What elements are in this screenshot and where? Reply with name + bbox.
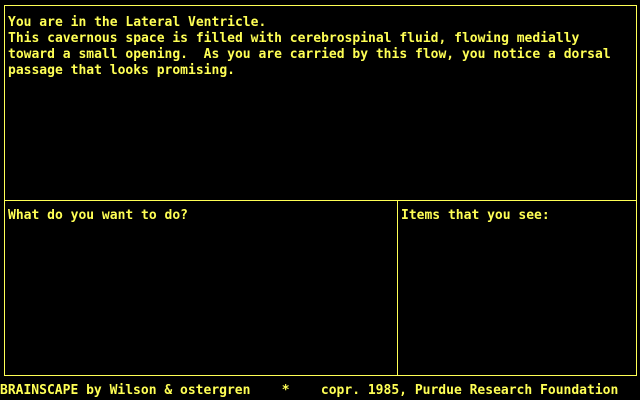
items-label: Items that you see:: [401, 208, 550, 223]
room-description-line: toward a small opening. As you are carri…: [8, 47, 611, 62]
copyright-footer: BRAINSCAPE by Wilson & ostergren * copr.…: [0, 383, 619, 398]
room-description-panel: You are in the Lateral Ventricle. This c…: [4, 5, 637, 201]
game-screen: You are in the Lateral Ventricle. This c…: [0, 0, 640, 400]
room-description-line: passage that looks promising.: [8, 63, 235, 78]
command-prompt-label: What do you want to do?: [8, 208, 189, 223]
visible-items-panel: Items that you see:: [397, 200, 637, 376]
room-description-line: This cavernous space is filled with cere…: [8, 31, 580, 46]
command-input-panel[interactable]: What do you want to do?: [4, 200, 398, 376]
room-title: You are in the Lateral Ventricle.: [8, 15, 267, 30]
